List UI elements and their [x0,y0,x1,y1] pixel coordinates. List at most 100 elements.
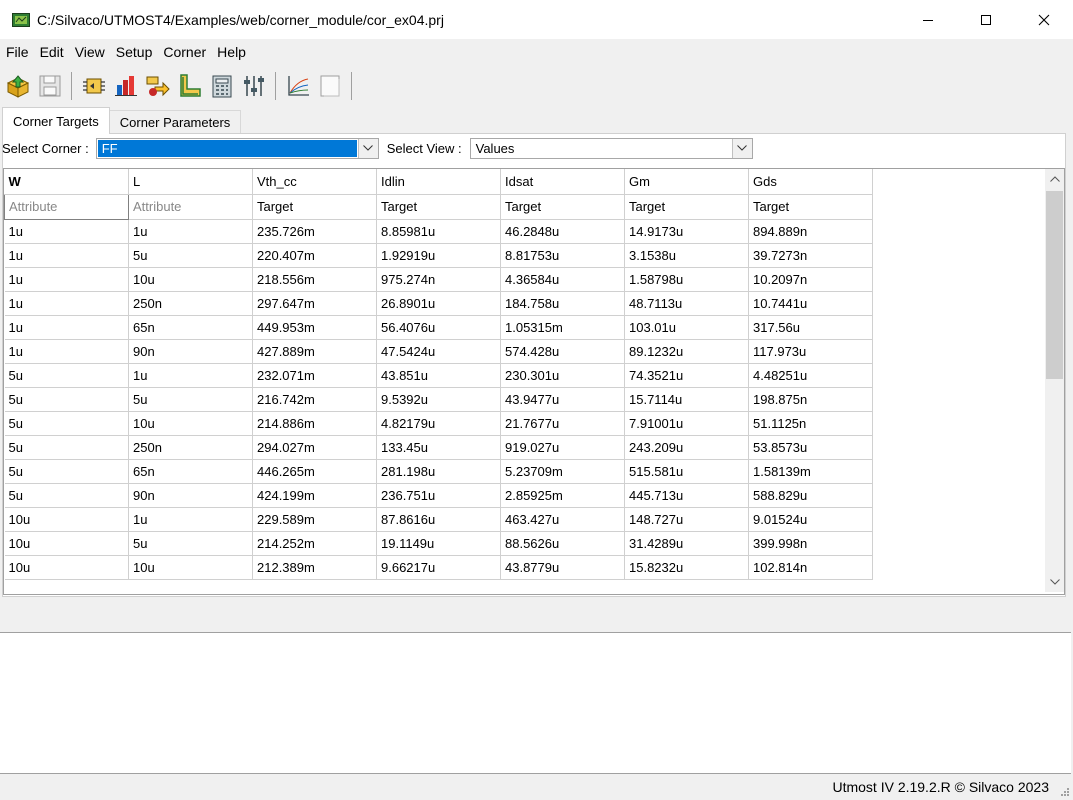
table-cell[interactable]: 10u [128,411,253,436]
menu-corner[interactable]: Corner [157,44,211,60]
table-cell[interactable]: 1.58798u [624,267,749,292]
menu-help[interactable]: Help [211,44,251,60]
table-cell[interactable]: 424.199m [252,483,377,508]
table-cell[interactable]: 218.556m [252,267,377,292]
subheader-cell[interactable]: Target [748,194,873,220]
tab-corner-targets[interactable]: Corner Targets [2,107,110,134]
table-cell[interactable]: 184.758u [500,291,625,316]
table-cell[interactable]: 463.427u [500,507,625,532]
table-cell[interactable]: 427.889m [252,339,377,364]
table-cell[interactable]: 26.8901u [376,291,501,316]
output-panel[interactable] [0,632,1071,774]
table-cell[interactable]: 229.589m [252,507,377,532]
chevron-down-icon[interactable] [357,138,378,158]
table-cell[interactable]: 9.66217u [376,555,501,580]
table-cell[interactable]: 10u [4,507,129,532]
table-cell[interactable]: 4.36584u [500,267,625,292]
table-cell[interactable]: 46.2848u [500,219,625,244]
table-cell[interactable]: 5u [128,387,253,412]
table-cell[interactable]: 449.953m [252,315,377,340]
table-cell[interactable]: 1u [4,339,129,364]
table-cell[interactable]: 230.301u [500,363,625,388]
table-cell[interactable]: 8.85981u [376,219,501,244]
table-cell[interactable]: 74.3521u [624,363,749,388]
table-cell[interactable]: 14.9173u [624,219,749,244]
table-cell[interactable]: 7.91001u [624,411,749,436]
table-cell[interactable]: 102.814n [748,555,873,580]
table-cell[interactable]: 515.581u [624,459,749,484]
table-cell[interactable]: 894.889n [748,219,873,244]
open-project-button[interactable] [4,71,32,101]
table-cell[interactable]: 8.81753u [500,243,625,268]
table-cell[interactable]: 43.9477u [500,387,625,412]
subheader-cell[interactable]: Target [376,194,501,220]
table-cell[interactable]: 317.56u [748,315,873,340]
corner-button[interactable] [176,71,204,101]
scroll-down-icon[interactable] [1045,572,1064,592]
table-cell[interactable]: 445.713u [624,483,749,508]
table-cell[interactable]: 48.7113u [624,291,749,316]
table-cell[interactable]: 10u [4,531,129,556]
table-cell[interactable]: 51.1125n [748,411,873,436]
table-cell[interactable]: 90n [128,339,253,364]
table-cell[interactable]: 214.252m [252,531,377,556]
table-cell[interactable]: 5u [4,411,129,436]
table-cell[interactable]: 975.274n [376,267,501,292]
table-cell[interactable]: 281.198u [376,459,501,484]
table-cell[interactable]: 4.48251u [748,363,873,388]
table-cell[interactable]: 53.8573u [748,435,873,460]
table-cell[interactable]: 5u [4,435,129,460]
table-cell[interactable]: 10u [4,555,129,580]
vertical-scrollbar[interactable] [1045,169,1064,592]
table-cell[interactable]: 1u [128,219,253,244]
table-cell[interactable]: 9.01524u [748,507,873,532]
table-cell[interactable]: 5u [4,459,129,484]
table-cell[interactable]: 1u [4,315,129,340]
table-cell[interactable]: 2.85925m [500,483,625,508]
menu-file[interactable]: File [0,44,34,60]
table-cell[interactable]: 65n [128,459,253,484]
table-cell[interactable]: 574.428u [500,339,625,364]
table-cell[interactable]: 39.7273n [748,243,873,268]
table-cell[interactable]: 236.751u [376,483,501,508]
subheader-cell[interactable]: Target [500,194,625,220]
table-cell[interactable]: 212.389m [252,555,377,580]
table-cell[interactable]: 1.92919u [376,243,501,268]
table-cell[interactable]: 399.998n [748,531,873,556]
subheader-cell[interactable]: Attribute [128,194,253,220]
table-cell[interactable]: 919.027u [500,435,625,460]
column-header-gds[interactable]: Gds [748,169,873,195]
minimize-button[interactable] [899,0,957,39]
table-cell[interactable]: 10u [128,267,253,292]
table-cell[interactable]: 10.2097n [748,267,873,292]
table-cell[interactable]: 5.23709m [500,459,625,484]
blank-page-button[interactable] [316,71,344,101]
table-cell[interactable]: 65n [128,315,253,340]
table-cell[interactable]: 250n [128,435,253,460]
menu-setup[interactable]: Setup [110,44,158,60]
table-cell[interactable]: 10u [128,555,253,580]
table-cell[interactable]: 31.4289u [624,531,749,556]
table-cell[interactable]: 19.1149u [376,531,501,556]
table-cell[interactable]: 214.886m [252,411,377,436]
circuit-button[interactable] [80,71,108,101]
table-cell[interactable]: 250n [128,291,253,316]
menu-view[interactable]: View [69,44,110,60]
table-cell[interactable]: 1u [4,243,129,268]
table-cell[interactable]: 446.265m [252,459,377,484]
table-cell[interactable]: 9.5392u [376,387,501,412]
table-cell[interactable]: 15.8232u [624,555,749,580]
column-header-idsat[interactable]: Idsat [500,169,625,195]
select-view-dropdown[interactable]: Values [469,137,753,159]
table-cell[interactable]: 90n [128,483,253,508]
table-cell[interactable]: 1u [4,219,129,244]
subheader-cell[interactable]: Attribute [4,193,129,220]
sliders-button[interactable] [240,71,268,101]
table-cell[interactable]: 5u [4,483,129,508]
subheader-cell[interactable]: Target [252,194,377,220]
table-cell[interactable]: 1u [4,291,129,316]
table-cell[interactable]: 3.1538u [624,243,749,268]
select-corner-dropdown[interactable]: FF [95,137,379,159]
table-cell[interactable]: 1u [128,363,253,388]
tab-corner-parameters[interactable]: Corner Parameters [108,110,242,134]
